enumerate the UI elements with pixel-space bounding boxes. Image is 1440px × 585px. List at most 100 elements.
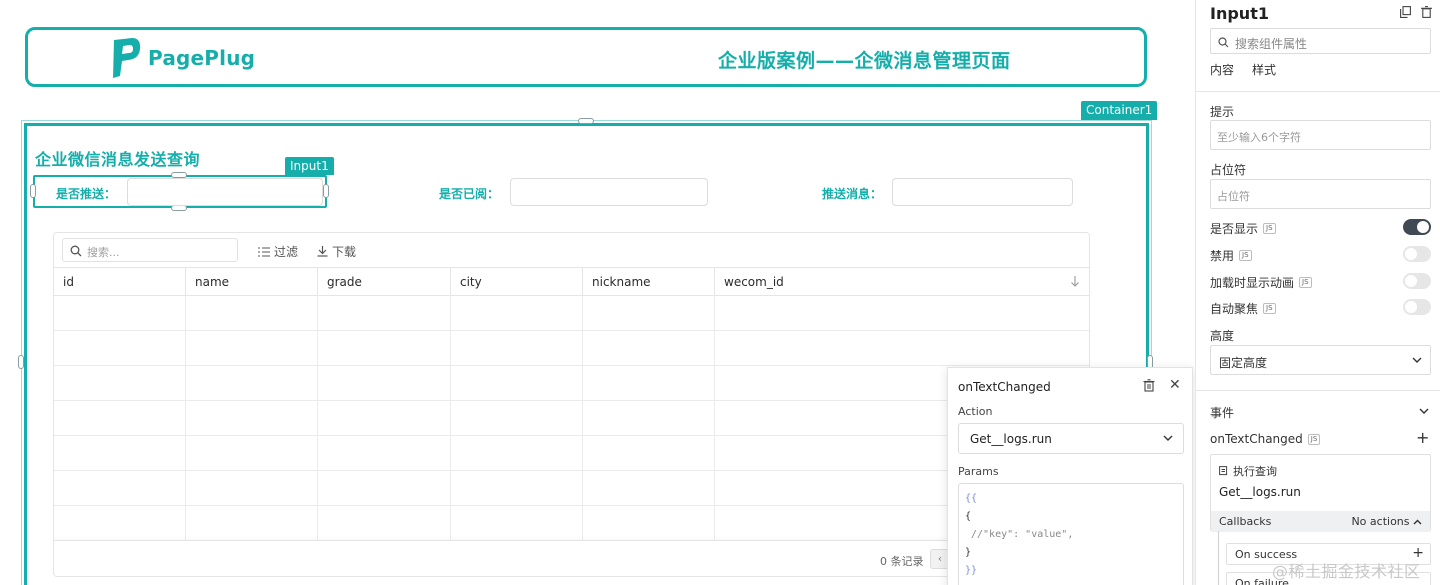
placeholder-input[interactable]: 占位符 xyxy=(1210,179,1431,209)
field-label-pushed: 是否推送： xyxy=(56,187,117,201)
editor-canvas: PagePlug 企业版案例——企微消息管理页面 Container1 企业微信… xyxy=(0,0,1195,585)
js-toggle[interactable]: JS xyxy=(1263,223,1276,234)
column-header-grade[interactable]: grade xyxy=(318,268,451,297)
table-cell xyxy=(186,506,318,541)
animate-toggle[interactable] xyxy=(1403,273,1431,289)
table-row[interactable] xyxy=(54,366,1089,401)
header-container[interactable]: PagePlug 企业版案例——企微消息管理页面 xyxy=(25,27,1147,87)
chevron-down-icon xyxy=(1163,435,1173,441)
code-line: {{ xyxy=(965,493,978,504)
no-actions-label: No actions xyxy=(1351,515,1422,528)
watermark: @稀土掘金技术社区 xyxy=(1272,562,1421,581)
column-header-id[interactable]: id xyxy=(54,268,186,297)
download-button[interactable]: 下载 xyxy=(317,243,356,260)
table-cell xyxy=(186,366,318,401)
message-input[interactable] xyxy=(892,178,1073,206)
input1-resize-handle-right[interactable] xyxy=(323,184,329,198)
container1-tag[interactable]: Container1 xyxy=(1081,101,1158,120)
disabled-toggle[interactable] xyxy=(1403,246,1431,262)
widget-name[interactable]: Input1 xyxy=(1210,4,1269,23)
container-resize-handle-top[interactable] xyxy=(578,118,594,124)
autofocus-toggle[interactable] xyxy=(1403,299,1431,315)
visible-toggle[interactable] xyxy=(1403,219,1431,235)
property-panel: Input1 搜索组件属性 内容 样式 提示 至少输入6个字符 占位符 占位符 … xyxy=(1195,0,1440,585)
copy-icon[interactable] xyxy=(1400,6,1411,18)
chevron-down-icon xyxy=(1412,357,1422,363)
table-row[interactable] xyxy=(54,506,1089,541)
js-toggle[interactable]: JS xyxy=(1239,250,1252,261)
table-cell xyxy=(318,471,451,506)
tab-divider xyxy=(1196,91,1440,92)
code-line: } xyxy=(965,547,972,558)
query-type: 执行查询 xyxy=(1219,463,1277,479)
column-header-wecom-id[interactable]: wecom_id xyxy=(715,268,1089,297)
event-popup: onTextChanged ✕ Action Get__logs.run Par… xyxy=(947,367,1193,585)
js-toggle[interactable]: JS xyxy=(1307,433,1321,445)
table-search-input[interactable]: 搜索... xyxy=(62,238,238,262)
property-search-input[interactable]: 搜索组件属性 xyxy=(1210,28,1431,54)
table-cell xyxy=(186,436,318,471)
input1-resize-handle-left[interactable] xyxy=(30,184,36,198)
params-label: Params xyxy=(958,465,999,478)
filter-label: 过滤 xyxy=(274,245,299,259)
table-cell xyxy=(583,506,715,541)
animate-label: 加载时显示动画 JS xyxy=(1210,274,1312,291)
table-cell xyxy=(318,296,451,331)
read-input[interactable] xyxy=(510,178,708,206)
js-toggle[interactable]: JS xyxy=(1263,303,1276,314)
height-label: 高度 xyxy=(1210,329,1235,343)
height-select[interactable]: 固定高度 xyxy=(1210,345,1431,375)
container-resize-handle-left[interactable] xyxy=(18,355,24,369)
close-icon[interactable]: ✕ xyxy=(1169,377,1181,393)
callback-tree-line xyxy=(1218,531,1219,585)
chevron-down-icon[interactable] xyxy=(1419,408,1429,414)
js-toggle[interactable]: JS xyxy=(1299,277,1312,288)
popup-title: onTextChanged xyxy=(958,380,1051,394)
table-cell xyxy=(318,366,451,401)
table-cell xyxy=(186,331,318,366)
action-select[interactable]: Get__logs.run xyxy=(958,423,1184,454)
input1-tag[interactable]: Input1 xyxy=(285,157,334,175)
table-cell xyxy=(54,296,186,331)
table-row[interactable] xyxy=(54,401,1089,436)
column-header-nickname[interactable]: nickname xyxy=(583,268,715,297)
event-action-card[interactable]: 执行查询 Get__logs.run Callbacks No actions xyxy=(1210,454,1431,532)
table-cell xyxy=(186,296,318,331)
code-line: //"key": "value", xyxy=(971,529,1074,540)
table-cell xyxy=(451,436,583,471)
hint-value: 至少输入6个字符 xyxy=(1217,131,1301,144)
params-code-editor[interactable]: {{ { //"key": "value", } }} xyxy=(958,483,1184,585)
action-label: Action xyxy=(958,405,993,418)
download-icon xyxy=(317,246,328,257)
tab-content[interactable]: 内容 xyxy=(1210,61,1234,78)
table-cell xyxy=(583,366,715,401)
pushed-input[interactable] xyxy=(127,178,323,206)
sort-arrow-icon[interactable] xyxy=(1070,276,1080,288)
table-cell xyxy=(583,436,715,471)
add-event-icon[interactable]: + xyxy=(1416,428,1429,447)
height-value: 固定高度 xyxy=(1219,356,1268,370)
section-title: 企业微信消息发送查询 xyxy=(35,150,201,169)
callbacks-bar[interactable]: Callbacks No actions xyxy=(1211,511,1430,532)
table-row[interactable] xyxy=(54,296,1089,331)
column-header-name[interactable]: name xyxy=(186,268,318,297)
table-row[interactable] xyxy=(54,436,1089,471)
table-cell xyxy=(715,296,1089,331)
table-row[interactable] xyxy=(54,331,1089,366)
tab-style[interactable]: 样式 xyxy=(1252,61,1276,78)
delete-widget-icon[interactable] xyxy=(1421,6,1432,18)
filter-button[interactable]: 过滤 xyxy=(258,243,298,260)
autofocus-label: 自动聚焦 JS xyxy=(1210,300,1276,317)
table-header: id name grade city nickname wecom_id xyxy=(54,267,1089,297)
events-section-label[interactable]: 事件 xyxy=(1210,404,1234,421)
data-table[interactable]: 搜索... 过滤 下载 id name grade city nickname … xyxy=(53,232,1090,577)
table-cell xyxy=(318,506,451,541)
table-cell xyxy=(715,331,1089,366)
table-row[interactable] xyxy=(54,471,1089,506)
code-line: }} xyxy=(965,565,978,576)
chevron-up-icon xyxy=(1413,519,1422,525)
delete-icon[interactable] xyxy=(1143,379,1155,392)
hint-input[interactable]: 至少输入6个字符 xyxy=(1210,120,1431,150)
column-header-city[interactable]: city xyxy=(451,268,583,297)
action-value: Get__logs.run xyxy=(970,432,1052,446)
